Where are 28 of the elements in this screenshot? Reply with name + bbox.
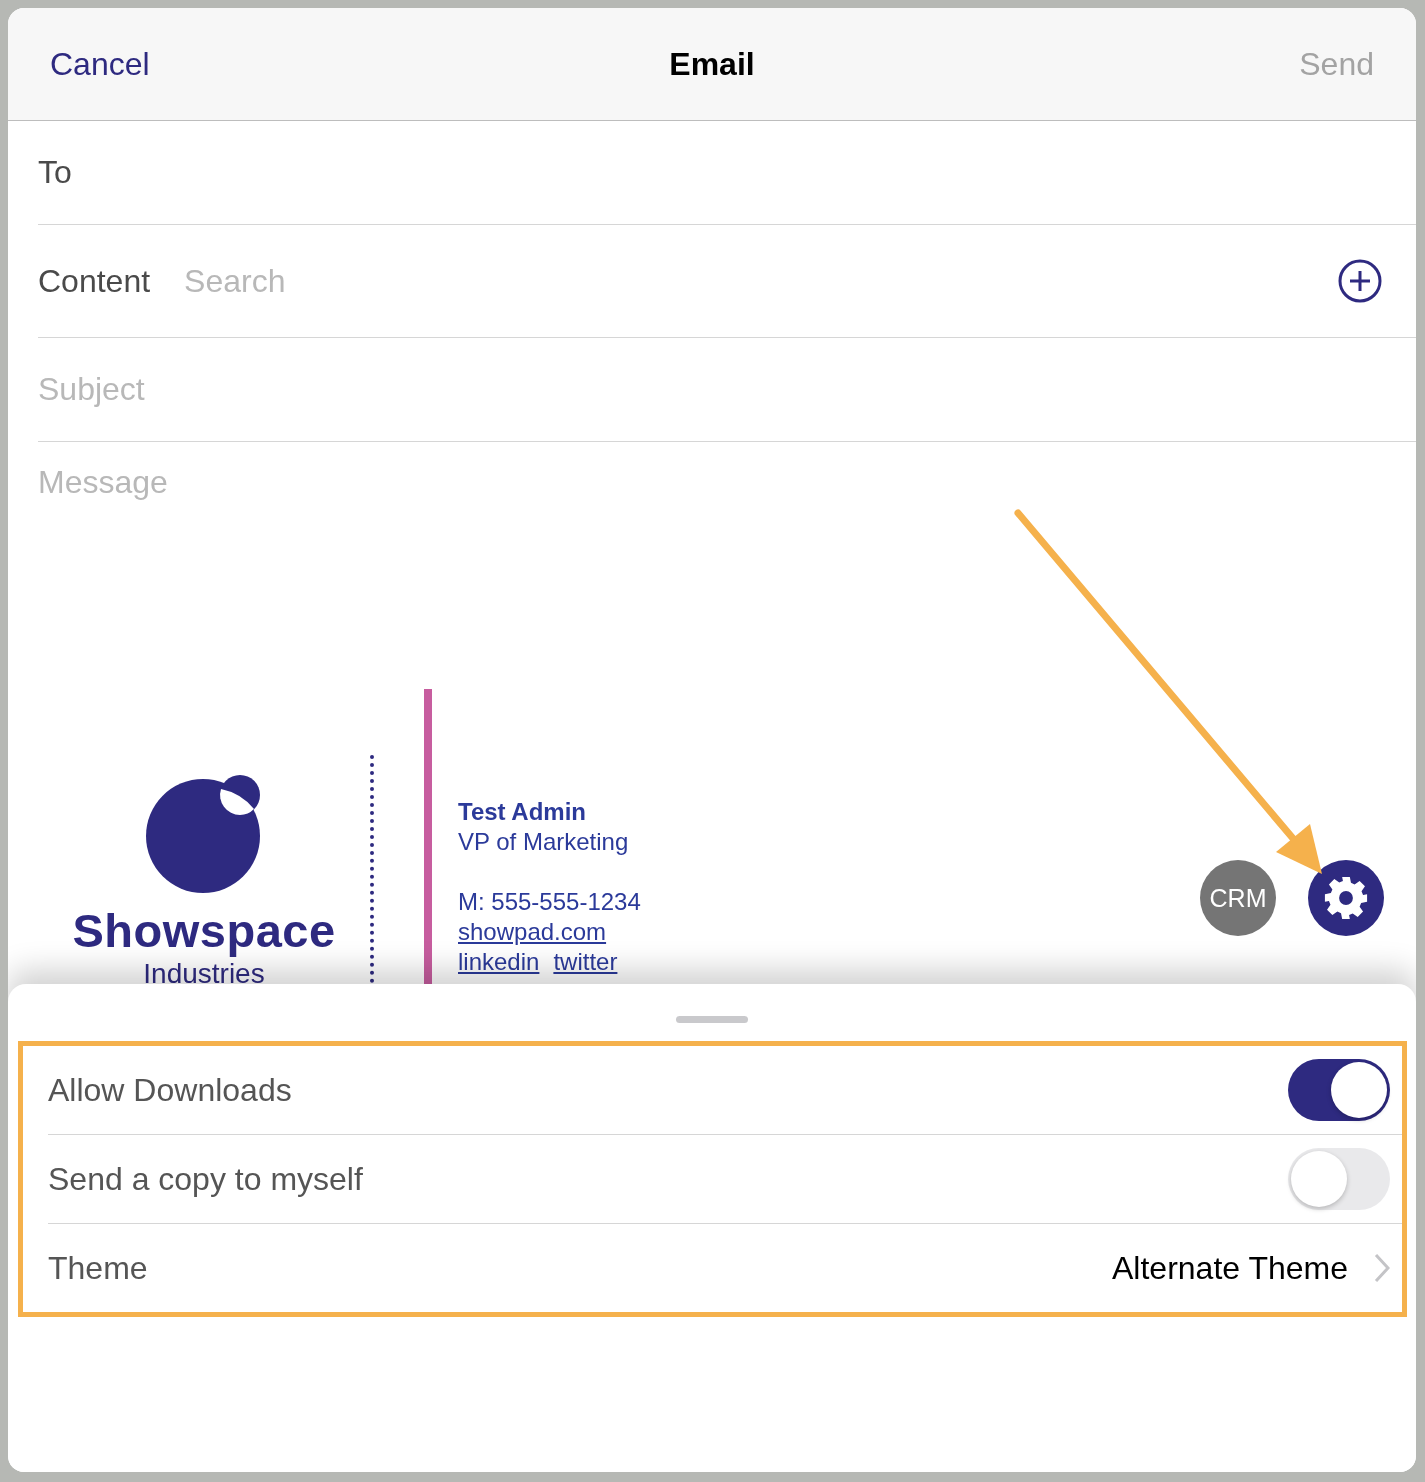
signature-phone: M: 555-555-1234 [458,887,641,917]
toggle-switch[interactable] [1288,1148,1390,1210]
signature-name: Test Admin [458,797,587,827]
chevron-icon [1374,1253,1390,1283]
setting-label: Send a copy to myself [48,1160,363,1198]
social-link[interactable]: twitter [553,947,618,977]
logo-subtitle: Industries [143,958,265,990]
logo-name: Showspace [72,903,336,958]
settings-icon [1323,875,1369,921]
sheet-handle[interactable] [676,1016,748,1023]
theme-button[interactable]: Alternate Theme [1112,1249,1390,1287]
crm-button[interactable]: CRM [1200,860,1276,936]
social-link[interactable]: linkedin [458,947,540,977]
content-label: Content [38,262,151,300]
subject-field[interactable]: Subject [38,371,1382,408]
dialog-title: Email [669,45,755,83]
setting-label: Theme [48,1249,148,1287]
toggle-switch[interactable] [1288,1059,1390,1121]
plus-icon [1338,259,1382,303]
add-button[interactable] [1338,259,1382,303]
signature-title: VP of Marketing [458,827,630,857]
to-label: To [38,154,72,191]
website-link[interactable]: showpad.com [458,918,607,945]
cancel-button[interactable]: Cancel [48,41,152,87]
setting-label: Allow Downloads [48,1071,292,1109]
message-field[interactable]: Message [38,464,638,501]
search-field[interactable]: Search [184,262,1304,300]
logo-icon [146,775,262,893]
